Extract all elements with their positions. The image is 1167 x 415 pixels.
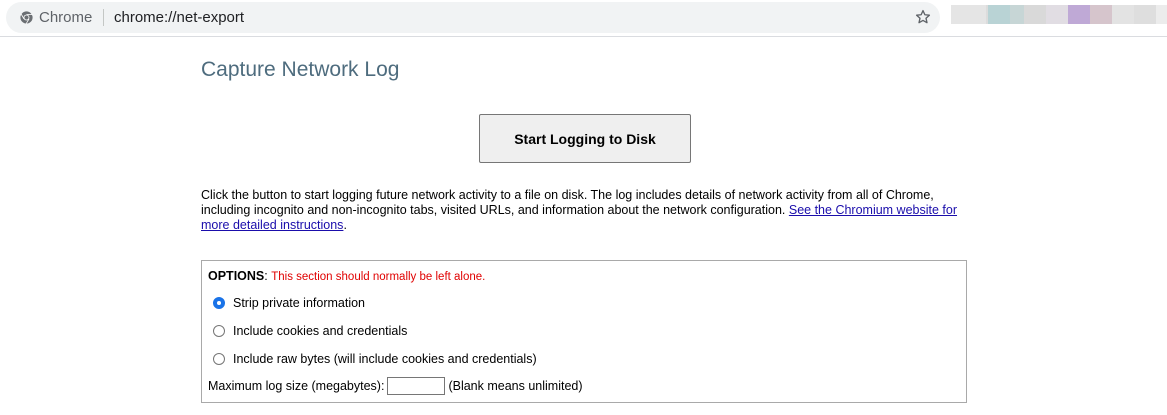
extension-icon[interactable]	[1010, 5, 1024, 24]
extension-icon[interactable]	[988, 5, 1010, 24]
start-logging-button[interactable]: Start Logging to Disk	[479, 114, 691, 163]
bookmark-star-icon[interactable]	[914, 8, 932, 26]
url-text[interactable]: chrome://net-export	[114, 9, 244, 26]
option-strip-private[interactable]: Strip private information	[213, 296, 365, 310]
extension-icon[interactable]	[1068, 5, 1090, 24]
max-size-label: Maximum log size (megabytes):	[208, 379, 385, 393]
url-separator	[103, 9, 104, 26]
radio-include-raw-bytes[interactable]	[213, 353, 225, 365]
option-include-raw-bytes[interactable]: Include raw bytes (will include cookies …	[213, 352, 537, 366]
option-label: Include raw bytes (will include cookies …	[233, 352, 537, 366]
options-note: This section should normally be left alo…	[271, 271, 486, 283]
chrome-icon	[20, 11, 33, 24]
address-bar[interactable]: Chrome chrome://net-export	[6, 2, 940, 33]
options-label: OPTIONS	[208, 269, 265, 283]
option-include-cookies[interactable]: Include cookies and credentials	[213, 324, 407, 338]
extension-icon[interactable]	[1046, 5, 1068, 24]
radio-strip-private[interactable]	[213, 297, 225, 309]
description: Click the button to start logging future…	[201, 188, 971, 233]
options-header: OPTIONS: This section should normally be…	[208, 269, 485, 283]
extension-icon[interactable]	[1090, 5, 1112, 24]
extension-icon[interactable]	[1156, 5, 1167, 24]
extensions-area[interactable]	[951, 5, 1167, 24]
site-label: Chrome	[39, 9, 93, 26]
option-label: Include cookies and credentials	[233, 324, 408, 338]
extension-icon[interactable]	[951, 5, 986, 24]
max-size-row: Maximum log size (megabytes): (Blank mea…	[208, 377, 583, 395]
description-end: .	[343, 218, 347, 232]
extension-icon[interactable]	[1134, 5, 1156, 24]
extension-icon[interactable]	[1024, 5, 1046, 24]
page-title: Capture Network Log	[201, 58, 400, 81]
extension-icon[interactable]	[1112, 5, 1134, 24]
radio-include-cookies[interactable]	[213, 325, 225, 337]
browser-toolbar: Chrome chrome://net-export	[0, 0, 1167, 37]
max-size-hint: (Blank means unlimited)	[448, 379, 583, 393]
options-section: OPTIONS: This section should normally be…	[201, 260, 967, 403]
option-label: Strip private information	[233, 296, 366, 310]
max-size-input[interactable]	[387, 377, 446, 395]
